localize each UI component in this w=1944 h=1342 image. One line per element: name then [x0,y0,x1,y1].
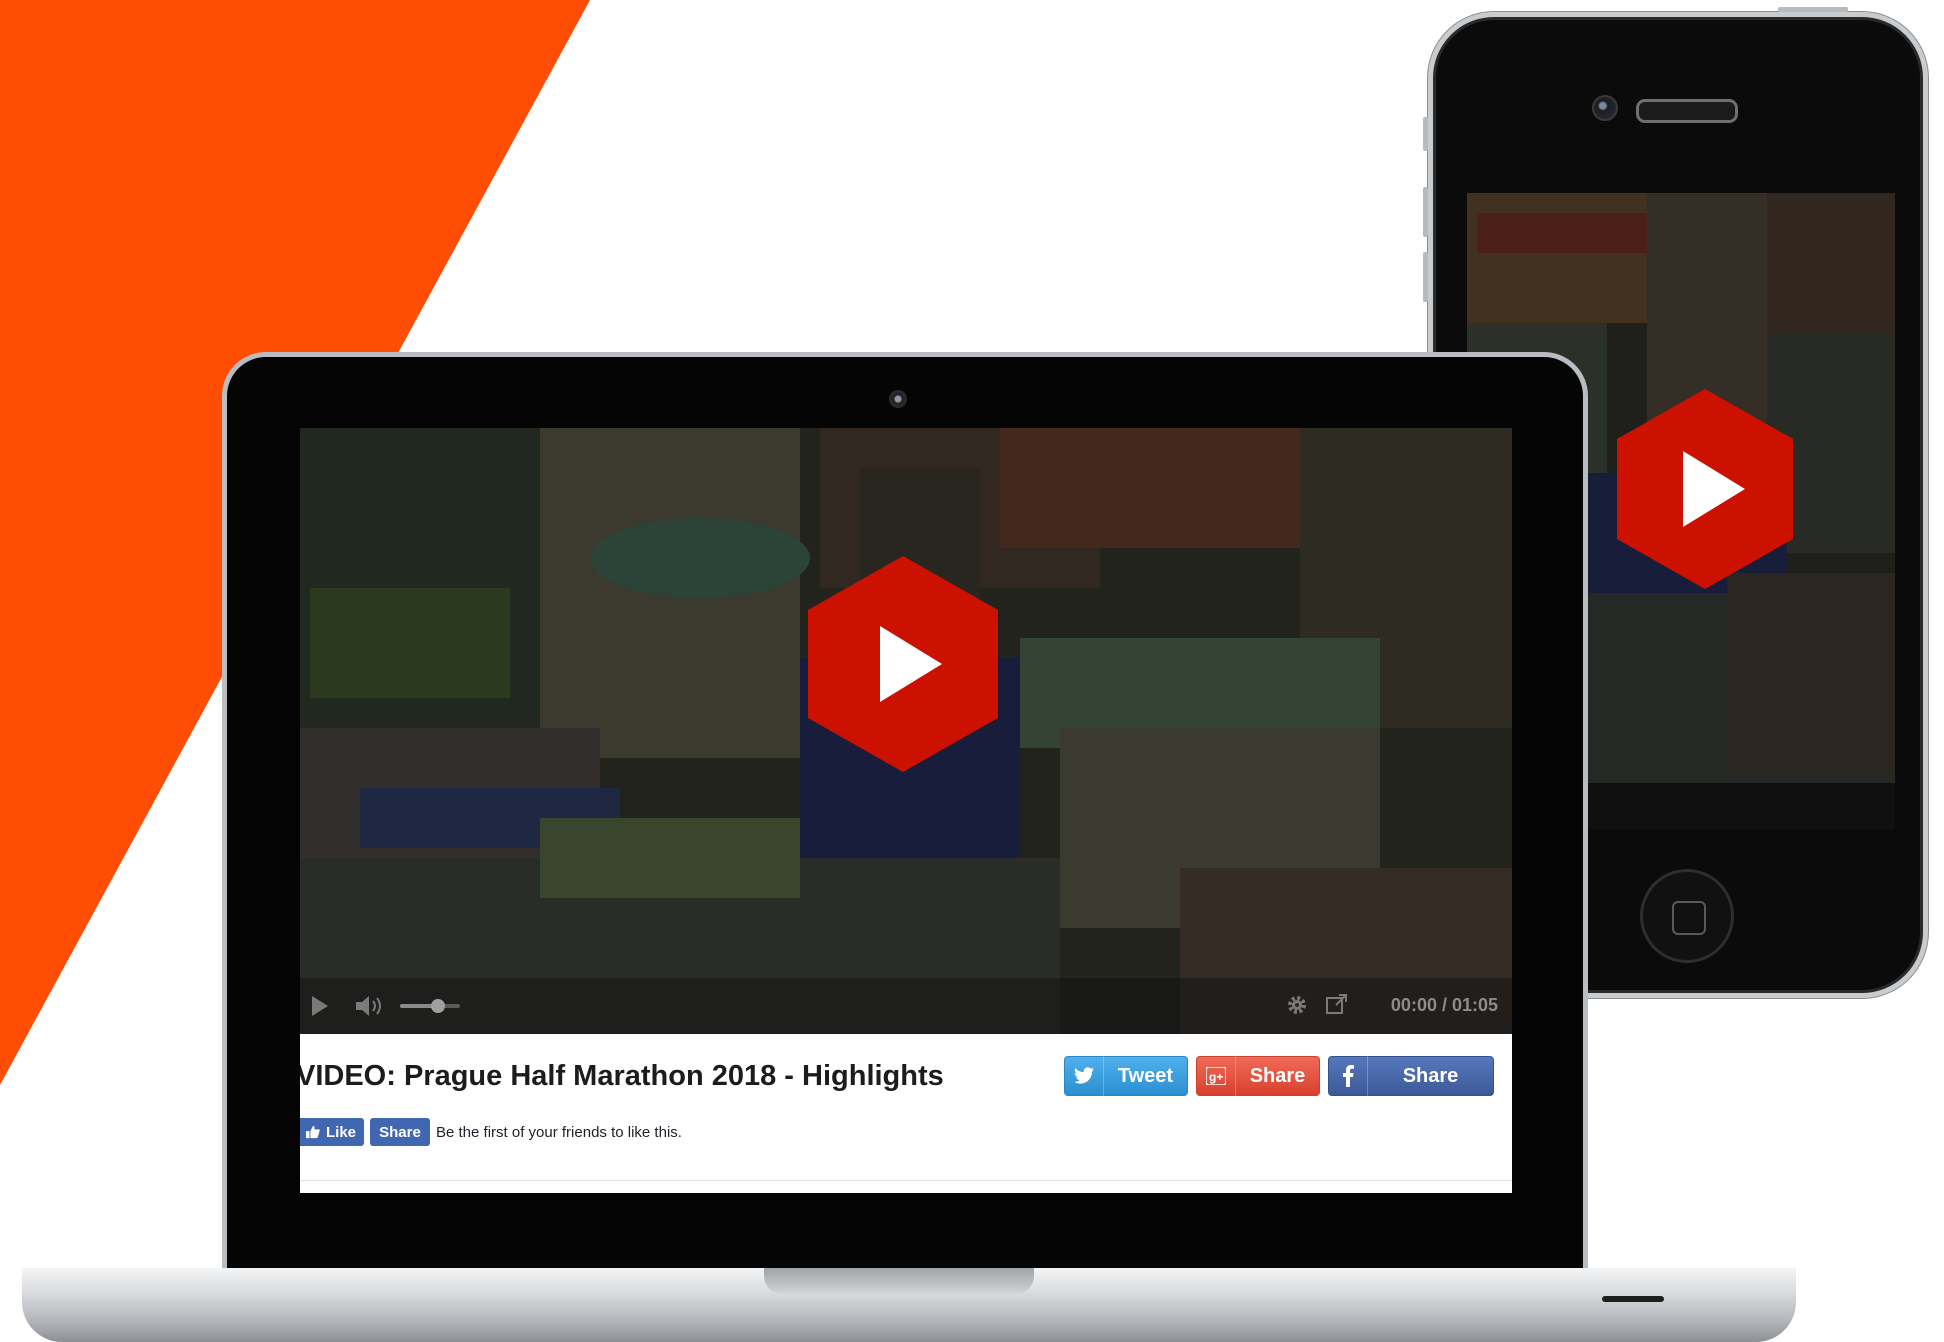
volume-slider[interactable] [400,998,464,1014]
laptop-play-button[interactable] [808,556,998,772]
divider [300,1180,1512,1181]
facebook-widget-share-label: Share [379,1123,421,1141]
video-info-panel: VIDEO: Prague Half Marathon 2018 - Highl… [300,1034,1512,1193]
facebook-widget-share-button[interactable]: Share [370,1118,430,1146]
tweet-label: Tweet [1117,1064,1174,1087]
laptop-opening-notch [764,1268,1034,1294]
gear-icon[interactable] [1286,994,1308,1016]
google-plus-icon: g+ [1197,1056,1236,1096]
video-title: VIDEO: Prague Half Marathon 2018 - Highl… [300,1060,944,1092]
svg-text:g+: g+ [1209,1070,1223,1084]
tweet-button[interactable]: Tweet [1064,1056,1188,1096]
volume-icon[interactable] [356,994,386,1018]
video-player[interactable]: 00:00 / 01:05 [300,428,1512,1034]
video-control-bar: 00:00 / 01:05 [300,978,1512,1034]
facebook-social-text: Be the first of your friends to like thi… [436,1123,682,1141]
laptop-base [22,1268,1796,1342]
laptop-camera-icon [889,390,907,408]
facebook-like-widget: Like Share Be the first of your friends … [300,1118,682,1146]
phone-home-button[interactable] [1640,869,1734,963]
google-plus-share-label: Share [1249,1064,1306,1087]
facebook-share-button[interactable]: Share [1328,1056,1494,1096]
popout-icon[interactable] [1326,993,1348,1015]
google-plus-share-button[interactable]: g+ Share [1196,1056,1320,1096]
twitter-icon [1065,1056,1104,1096]
play-icon[interactable] [312,996,328,1016]
phone-camera-icon [1592,95,1618,121]
time-display: 00:00 / 01:05 [1390,995,1498,1015]
facebook-like-button[interactable]: Like [300,1118,364,1146]
phone-play-button[interactable] [1617,389,1793,589]
thumbs-up-icon [306,1125,320,1139]
facebook-like-label: Like [325,1123,356,1141]
laptop-indicator [1602,1296,1664,1302]
laptop-screen: 00:00 / 01:05 VIDEO: Prague Half Maratho… [300,428,1512,1193]
facebook-share-label: Share [1402,1064,1459,1087]
facebook-icon [1329,1056,1368,1096]
phone-speaker [1636,99,1738,123]
